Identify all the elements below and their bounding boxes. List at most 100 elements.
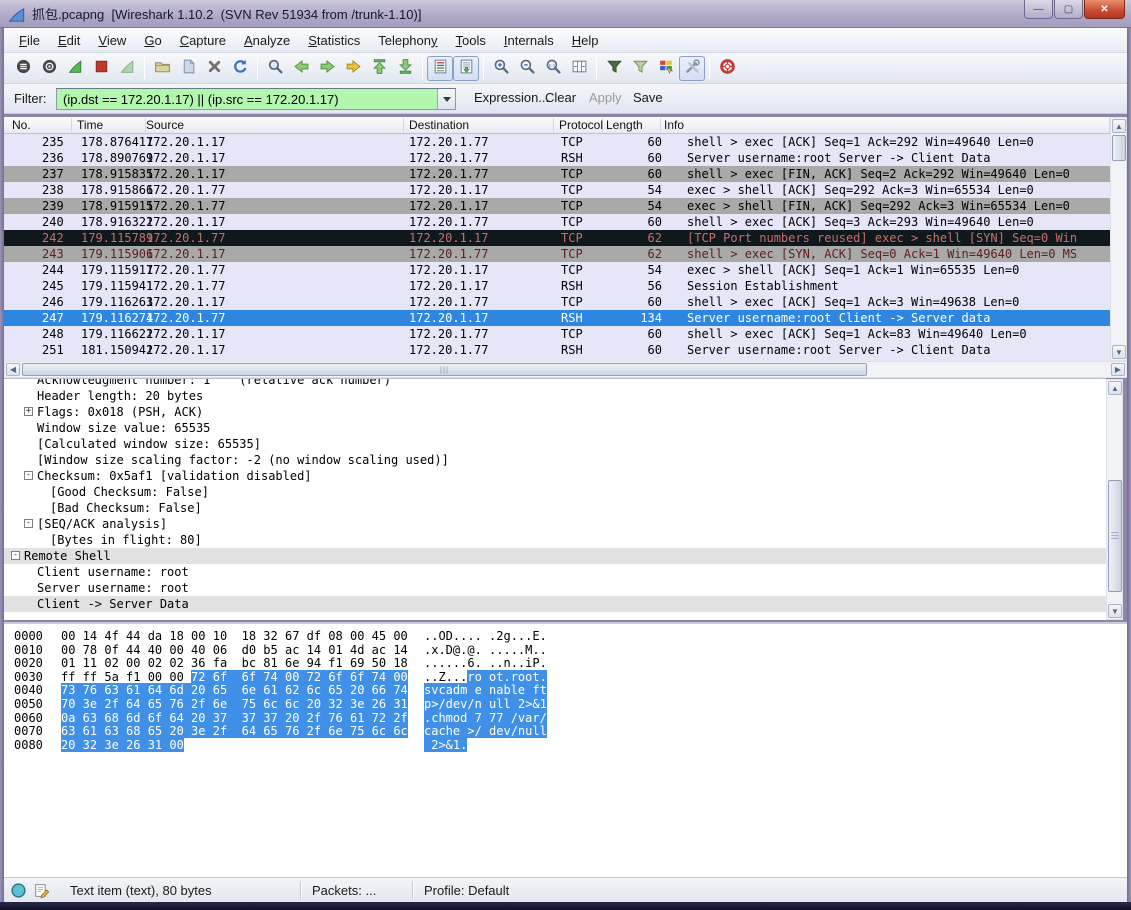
go-to-top-button[interactable] (366, 56, 392, 81)
reload-button[interactable] (227, 56, 253, 81)
detail-line[interactable]: [Bad Checksum: False] (4, 500, 1106, 516)
find-packet-button[interactable] (262, 56, 288, 81)
zoom-normal-button[interactable]: 1:1 (540, 56, 566, 81)
packet-row[interactable]: 251181.150942172.20.1.17172.20.1.77RSH60… (4, 342, 1110, 358)
packet-row[interactable]: 247179.116274172.20.1.77172.20.1.17RSH13… (4, 310, 1110, 326)
expand-icon[interactable]: + (24, 407, 33, 416)
packet-row[interactable]: 245179.115941172.20.1.77172.20.1.17RSH56… (4, 278, 1110, 294)
zoom-in-button[interactable] (488, 56, 514, 81)
column-header-source[interactable]: Source (146, 118, 404, 133)
column-header-no[interactable]: No. (12, 118, 72, 133)
column-header-destination[interactable]: Destination (409, 118, 554, 133)
scroll-down-icon[interactable]: ▼ (1112, 345, 1126, 359)
menu-telephony[interactable]: Telephony (369, 30, 446, 51)
stop-capture-button[interactable] (88, 56, 114, 81)
go-forward-button[interactable] (314, 56, 340, 81)
collapse-icon[interactable]: - (24, 519, 33, 528)
packet-row[interactable]: 242179.115789172.20.1.77172.20.1.17TCP62… (4, 230, 1110, 246)
detail-line[interactable]: Client username: root (4, 564, 1106, 580)
capture-filters-button[interactable] (601, 56, 627, 81)
scroll-left-icon[interactable]: ◀ (6, 363, 20, 376)
details-vscrollbar[interactable]: ▲ ||| ▼ (1106, 379, 1123, 620)
colorize-button[interactable] (427, 56, 453, 81)
packet-row[interactable]: 248179.116622172.20.1.17172.20.1.77TCP60… (4, 326, 1110, 342)
display-filters-button[interactable] (627, 56, 653, 81)
hex-line[interactable]: 002001 11 02 00 02 02 36 fa bc 81 6e 94 … (4, 656, 1127, 670)
open-file-button[interactable] (149, 56, 175, 81)
resize-columns-button[interactable] (566, 56, 592, 81)
detail-line[interactable]: +Flags: 0x018 (PSH, ACK) (4, 404, 1106, 420)
hex-line[interactable]: 000000 14 4f 44 da 18 00 10 18 32 67 df … (4, 629, 1127, 643)
expression-button[interactable]: Expression... (474, 90, 549, 105)
scroll-down-icon[interactable]: ▼ (1108, 604, 1122, 618)
packet-row[interactable]: 237178.915835172.20.1.17172.20.1.77TCP60… (4, 166, 1110, 182)
capture-options-button[interactable] (36, 56, 62, 81)
vscroll-thumb[interactable] (1112, 135, 1126, 161)
capture-comment-icon[interactable] (33, 882, 50, 899)
menu-edit[interactable]: Edit (49, 30, 89, 51)
hex-line[interactable]: 0030ff ff 5a f1 00 00 72 6f 6f 74 00 72 … (4, 670, 1127, 684)
menu-go[interactable]: Go (135, 30, 170, 51)
detail-line[interactable]: [Calculated window size: 65535] (4, 436, 1106, 452)
packet-list-hscrollbar[interactable]: ◀ ||| ▶ (4, 361, 1127, 378)
save-file-button[interactable] (175, 56, 201, 81)
menu-help[interactable]: Help (563, 30, 608, 51)
help-button[interactable] (714, 56, 740, 81)
scroll-up-icon[interactable]: ▲ (1112, 119, 1126, 133)
column-header-protocol[interactable]: Protocol (559, 118, 603, 133)
scroll-right-icon[interactable]: ▶ (1111, 363, 1125, 376)
close-button[interactable]: ✕ (1084, 0, 1125, 19)
packet-row[interactable]: 244179.115917172.20.1.77172.20.1.17TCP54… (4, 262, 1110, 278)
menu-file[interactable]: File (10, 30, 49, 51)
filter-input[interactable]: (ip.dst == 172.20.1.17) || (ip.src == 17… (56, 88, 456, 110)
status-profile[interactable]: Profile: Default (414, 881, 519, 900)
detail-line[interactable]: -Checksum: 0x5af1 [validation disabled] (4, 468, 1106, 484)
menu-internals[interactable]: Internals (495, 30, 563, 51)
detail-line[interactable]: Server username: root (4, 580, 1106, 596)
column-header-time[interactable]: Time (77, 118, 146, 133)
packet-row[interactable]: 239178.915915172.20.1.77172.20.1.17TCP54… (4, 198, 1110, 214)
detail-line[interactable]: Client -> Server Data (4, 596, 1106, 612)
column-header-length[interactable]: Length (606, 118, 661, 133)
packet-row[interactable]: 243179.115906172.20.1.17172.20.1.77TCP62… (4, 246, 1110, 262)
detail-line[interactable]: [Good Checksum: False] (4, 484, 1106, 500)
go-to-packet-button[interactable] (340, 56, 366, 81)
packet-row[interactable]: 235178.876417172.20.1.17172.20.1.77TCP60… (4, 134, 1110, 150)
vscroll-thumb[interactable]: ||| (1108, 480, 1122, 592)
go-back-button[interactable] (288, 56, 314, 81)
save-button[interactable]: Save (633, 90, 663, 105)
menu-analyze[interactable]: Analyze (235, 30, 299, 51)
hex-line[interactable]: 007063 61 63 68 65 20 3e 2f 64 65 76 2f … (4, 724, 1127, 738)
hex-line[interactable]: 005070 3e 2f 64 65 76 2f 6e 75 6c 6c 20 … (4, 697, 1127, 711)
list-interfaces-button[interactable] (10, 56, 36, 81)
preferences-button[interactable] (679, 56, 705, 81)
auto-scroll-button[interactable] (453, 56, 479, 81)
detail-line[interactable]: -[SEQ/ACK analysis] (4, 516, 1106, 532)
menu-view[interactable]: View (89, 30, 135, 51)
filter-dropdown-button[interactable] (437, 89, 455, 109)
hex-line[interactable]: 008020 32 3e 26 31 00 2>&1. (4, 738, 1127, 752)
packet-list-vscrollbar[interactable]: ▲ ▼ (1110, 117, 1127, 361)
close-file-button[interactable] (201, 56, 227, 81)
maximize-button[interactable]: ▢ (1054, 0, 1083, 19)
packet-row[interactable]: 246179.116263172.20.1.17172.20.1.77TCP60… (4, 294, 1110, 310)
detail-line[interactable]: Acknowledgment number: 1 (relative ack n… (4, 378, 1106, 388)
packet-row[interactable]: 238178.915866172.20.1.77172.20.1.17TCP54… (4, 182, 1110, 198)
hscroll-thumb[interactable]: ||| (22, 363, 867, 376)
restart-capture-button[interactable] (114, 56, 140, 81)
go-to-bottom-button[interactable] (392, 56, 418, 81)
expert-info-icon[interactable] (10, 882, 27, 899)
hex-line[interactable]: 004073 76 63 61 64 6d 20 65 6e 61 62 6c … (4, 683, 1127, 697)
hex-line[interactable]: 00600a 63 68 6d 6f 64 20 37 37 37 20 2f … (4, 711, 1127, 725)
coloring-rules-button[interactable] (653, 56, 679, 81)
detail-line[interactable]: [Window size scaling factor: -2 (no wind… (4, 452, 1106, 468)
start-capture-button[interactable] (62, 56, 88, 81)
minimize-button[interactable]: — (1024, 0, 1053, 19)
detail-line[interactable]: Header length: 20 bytes (4, 388, 1106, 404)
clear-button[interactable]: Clear (545, 90, 576, 105)
packet-row[interactable]: 240178.916322172.20.1.17172.20.1.77TCP60… (4, 214, 1110, 230)
scroll-up-icon[interactable]: ▲ (1108, 381, 1122, 395)
menu-tools[interactable]: Tools (447, 30, 495, 51)
menu-statistics[interactable]: Statistics (299, 30, 369, 51)
zoom-out-button[interactable] (514, 56, 540, 81)
